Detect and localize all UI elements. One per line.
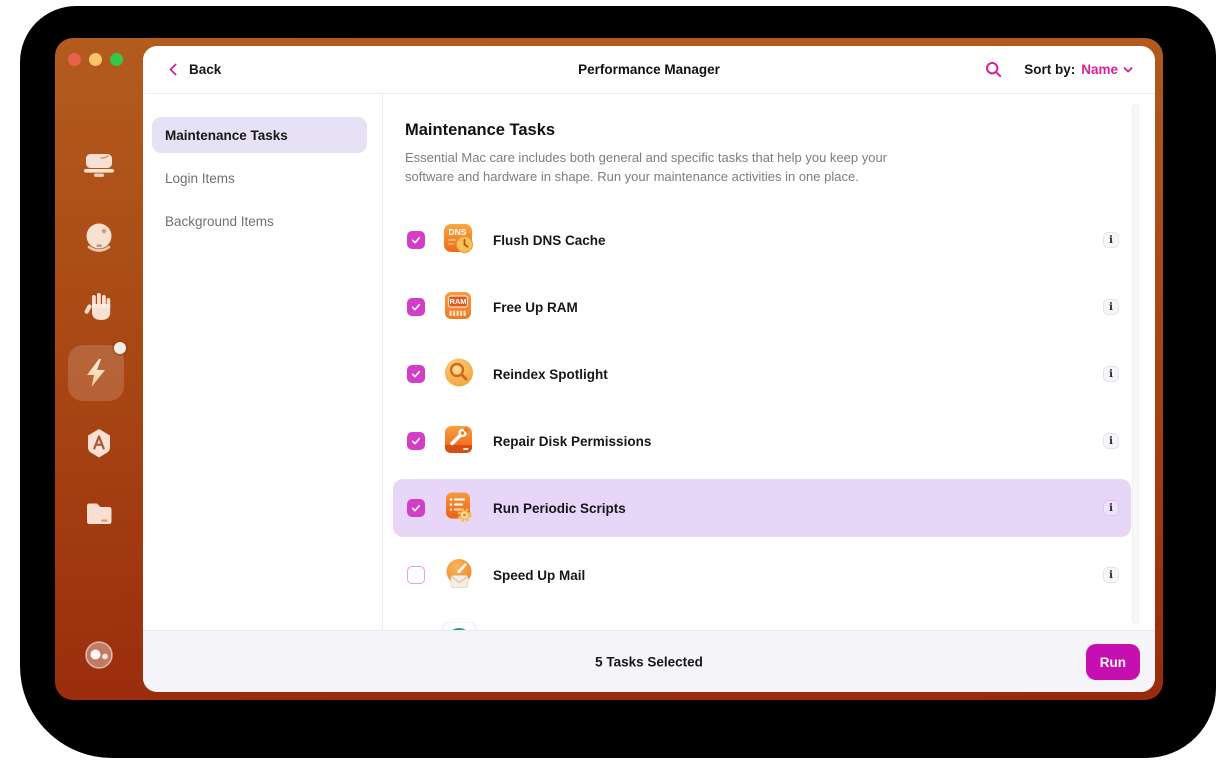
assistant-icon[interactable] bbox=[55, 636, 143, 676]
sphere-icon[interactable] bbox=[55, 219, 143, 257]
performance-tab-selected[interactable] bbox=[68, 345, 124, 401]
zoom-window-button[interactable] bbox=[110, 53, 123, 66]
svg-text:DNS: DNS bbox=[449, 227, 467, 237]
back-button[interactable]: Back bbox=[171, 62, 221, 77]
spotlight-magnifier-tile-icon bbox=[441, 356, 477, 392]
task-row-run-periodic-scripts[interactable]: Run Periodic Scripts i bbox=[393, 479, 1131, 537]
ram-chip-tile-icon: RAM bbox=[441, 289, 477, 325]
task-checkbox[interactable] bbox=[407, 432, 425, 450]
footer-bar: 5 Tasks Selected Run bbox=[143, 630, 1155, 692]
task-row-free-up-ram[interactable]: RAM Free Up RAM i bbox=[393, 278, 1131, 336]
back-button-label: Back bbox=[189, 62, 221, 77]
task-row-repair-disk-permissions[interactable]: Repair Disk Permissions i bbox=[393, 412, 1131, 470]
svg-text:RAM: RAM bbox=[449, 297, 466, 306]
tasks-selected-status: 5 Tasks Selected bbox=[595, 654, 703, 669]
content-title: Maintenance Tasks bbox=[405, 120, 1131, 140]
close-window-button[interactable] bbox=[68, 53, 81, 66]
mail-gauge-tile-icon bbox=[441, 557, 477, 593]
task-label: Run Periodic Scripts bbox=[493, 501, 626, 516]
nav-item-login-items[interactable]: Login Items bbox=[143, 160, 382, 196]
minimize-window-button[interactable] bbox=[89, 53, 102, 66]
partial-task-icon bbox=[441, 622, 477, 630]
info-icon[interactable]: i bbox=[1103, 433, 1119, 449]
scrollbar[interactable] bbox=[1132, 104, 1139, 624]
task-checkbox[interactable] bbox=[407, 365, 425, 383]
panel-body: Maintenance Tasks Login Items Background… bbox=[143, 94, 1155, 630]
info-icon[interactable]: i bbox=[1103, 500, 1119, 516]
sort-by-value: Name bbox=[1081, 62, 1118, 77]
applications-icon[interactable] bbox=[55, 424, 143, 464]
sort-by-dropdown[interactable]: Sort by: Name bbox=[1024, 62, 1133, 77]
info-icon[interactable]: i bbox=[1103, 299, 1119, 315]
info-icon[interactable]: i bbox=[1103, 366, 1119, 382]
task-checkbox[interactable] bbox=[407, 499, 425, 517]
app-window: Back Performance Manager Sort by: Name bbox=[55, 38, 1163, 700]
task-checkbox[interactable] bbox=[407, 566, 425, 584]
section-nav: Maintenance Tasks Login Items Background… bbox=[143, 94, 383, 630]
main-content: Maintenance Tasks Essential Mac care inc… bbox=[383, 94, 1155, 630]
toolbar-right-group: Sort by: Name bbox=[985, 61, 1133, 78]
task-checkbox[interactable] bbox=[407, 298, 425, 316]
task-checkbox[interactable] bbox=[407, 231, 425, 249]
chevron-left-icon bbox=[169, 63, 182, 76]
search-icon[interactable] bbox=[985, 61, 1002, 78]
info-icon[interactable]: i bbox=[1103, 567, 1119, 583]
task-row-reindex-spotlight[interactable]: Reindex Spotlight i bbox=[393, 345, 1131, 403]
run-button[interactable]: Run bbox=[1086, 644, 1140, 680]
chevron-down-icon bbox=[1123, 63, 1133, 73]
sort-by-label: Sort by: bbox=[1024, 62, 1075, 77]
dns-clock-tile-icon: DNS bbox=[441, 222, 477, 258]
scripts-gear-tile-icon bbox=[441, 490, 477, 526]
nav-item-maintenance-tasks[interactable]: Maintenance Tasks bbox=[152, 117, 367, 153]
task-row-flush-dns-cache[interactable]: DNS Flush DNS Cache i bbox=[393, 211, 1131, 269]
folder-icon[interactable] bbox=[55, 494, 143, 532]
task-label: Repair Disk Permissions bbox=[493, 434, 651, 449]
task-label: Speed Up Mail bbox=[493, 568, 585, 583]
task-label: Free Up RAM bbox=[493, 300, 578, 315]
window-toolbar: Back Performance Manager Sort by: Name bbox=[143, 46, 1155, 94]
traffic-lights bbox=[68, 53, 123, 66]
lightning-icon bbox=[81, 357, 111, 389]
info-icon[interactable]: i bbox=[1103, 232, 1119, 248]
task-label: Reindex Spotlight bbox=[493, 367, 608, 382]
page-title: Performance Manager bbox=[578, 62, 720, 77]
task-label: Flush DNS Cache bbox=[493, 233, 606, 248]
notification-badge bbox=[114, 342, 126, 354]
nav-item-background-items[interactable]: Background Items bbox=[143, 203, 382, 239]
task-row-speed-up-mail[interactable]: Speed Up Mail i bbox=[393, 546, 1131, 604]
monitor-icon[interactable] bbox=[55, 150, 143, 186]
task-list: DNS Flush DNS Cache i bbox=[393, 211, 1131, 604]
content-panel: Back Performance Manager Sort by: Name bbox=[143, 46, 1155, 692]
disk-wrench-tile-icon bbox=[441, 423, 477, 459]
hand-icon[interactable] bbox=[55, 288, 143, 328]
content-description: Essential Mac care includes both general… bbox=[405, 149, 910, 186]
